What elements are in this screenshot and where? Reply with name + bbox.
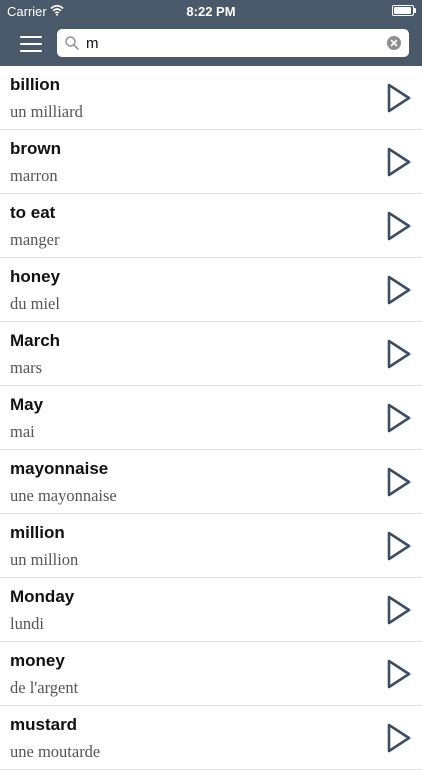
menu-button[interactable] bbox=[14, 30, 44, 56]
search-icon bbox=[65, 36, 79, 50]
menu-bar-line bbox=[20, 43, 42, 45]
play-icon[interactable] bbox=[386, 274, 412, 306]
play-icon[interactable] bbox=[386, 722, 412, 754]
french-translation: de l'argent bbox=[10, 678, 79, 697]
play-icon[interactable] bbox=[386, 338, 412, 370]
french-translation: un million bbox=[10, 550, 79, 569]
list-item[interactable]: money de l'argent bbox=[0, 642, 422, 706]
list-item[interactable]: billion un milliard bbox=[0, 66, 422, 130]
english-word: honey bbox=[10, 267, 61, 286]
play-icon[interactable] bbox=[386, 594, 412, 626]
list-item[interactable]: honey du miel bbox=[0, 258, 422, 322]
list-item[interactable]: Monday lundi bbox=[0, 578, 422, 642]
play-icon[interactable] bbox=[386, 402, 412, 434]
status-bar: Carrier 8:22 PM bbox=[0, 0, 422, 22]
play-icon[interactable] bbox=[386, 466, 412, 498]
english-word: million bbox=[10, 523, 65, 542]
play-icon[interactable] bbox=[386, 530, 412, 562]
english-word: money bbox=[10, 651, 65, 670]
french-translation: manger bbox=[10, 230, 60, 249]
list-item[interactable]: mayonnaise une mayonnaise bbox=[0, 450, 422, 514]
french-translation: une moutarde bbox=[10, 742, 101, 761]
navigation-bar: Carrier 8:22 PM m bbox=[0, 0, 422, 66]
english-word: billion bbox=[10, 75, 61, 94]
french-translation: lundi bbox=[10, 614, 44, 633]
english-word: to eat bbox=[10, 203, 56, 222]
french-translation: mars bbox=[10, 358, 43, 377]
clock-time: 8:22 PM bbox=[186, 4, 236, 19]
play-icon[interactable] bbox=[386, 82, 412, 114]
search-field[interactable]: m bbox=[57, 29, 409, 57]
clear-icon[interactable] bbox=[387, 36, 401, 50]
play-icon[interactable] bbox=[386, 146, 412, 178]
menu-bar-line bbox=[20, 36, 42, 38]
play-icon[interactable] bbox=[386, 658, 412, 690]
french-translation: marron bbox=[10, 166, 58, 185]
search-input[interactable]: m bbox=[86, 35, 99, 52]
french-translation: du miel bbox=[10, 294, 60, 313]
list-item[interactable]: March mars bbox=[0, 322, 422, 386]
english-word: mustard bbox=[10, 715, 78, 734]
word-list: billion un milliard brown marron to eat … bbox=[0, 66, 422, 770]
english-word: mayonnaise bbox=[10, 459, 109, 478]
list-item[interactable]: to eat manger bbox=[0, 194, 422, 258]
list-item[interactable]: May mai bbox=[0, 386, 422, 450]
list-item[interactable]: million un million bbox=[0, 514, 422, 578]
french-translation: mai bbox=[10, 422, 35, 441]
list-item[interactable]: mustard une moutarde bbox=[0, 706, 422, 770]
play-icon[interactable] bbox=[386, 210, 412, 242]
english-word: brown bbox=[10, 139, 61, 158]
english-word: Monday bbox=[10, 587, 75, 606]
english-word: March bbox=[10, 331, 61, 350]
list-item[interactable]: brown marron bbox=[0, 130, 422, 194]
battery-icon bbox=[392, 5, 416, 16]
french-translation: une mayonnaise bbox=[10, 486, 117, 505]
english-word: May bbox=[10, 395, 44, 414]
menu-bar-line bbox=[20, 50, 42, 52]
french-translation: un milliard bbox=[10, 102, 83, 121]
